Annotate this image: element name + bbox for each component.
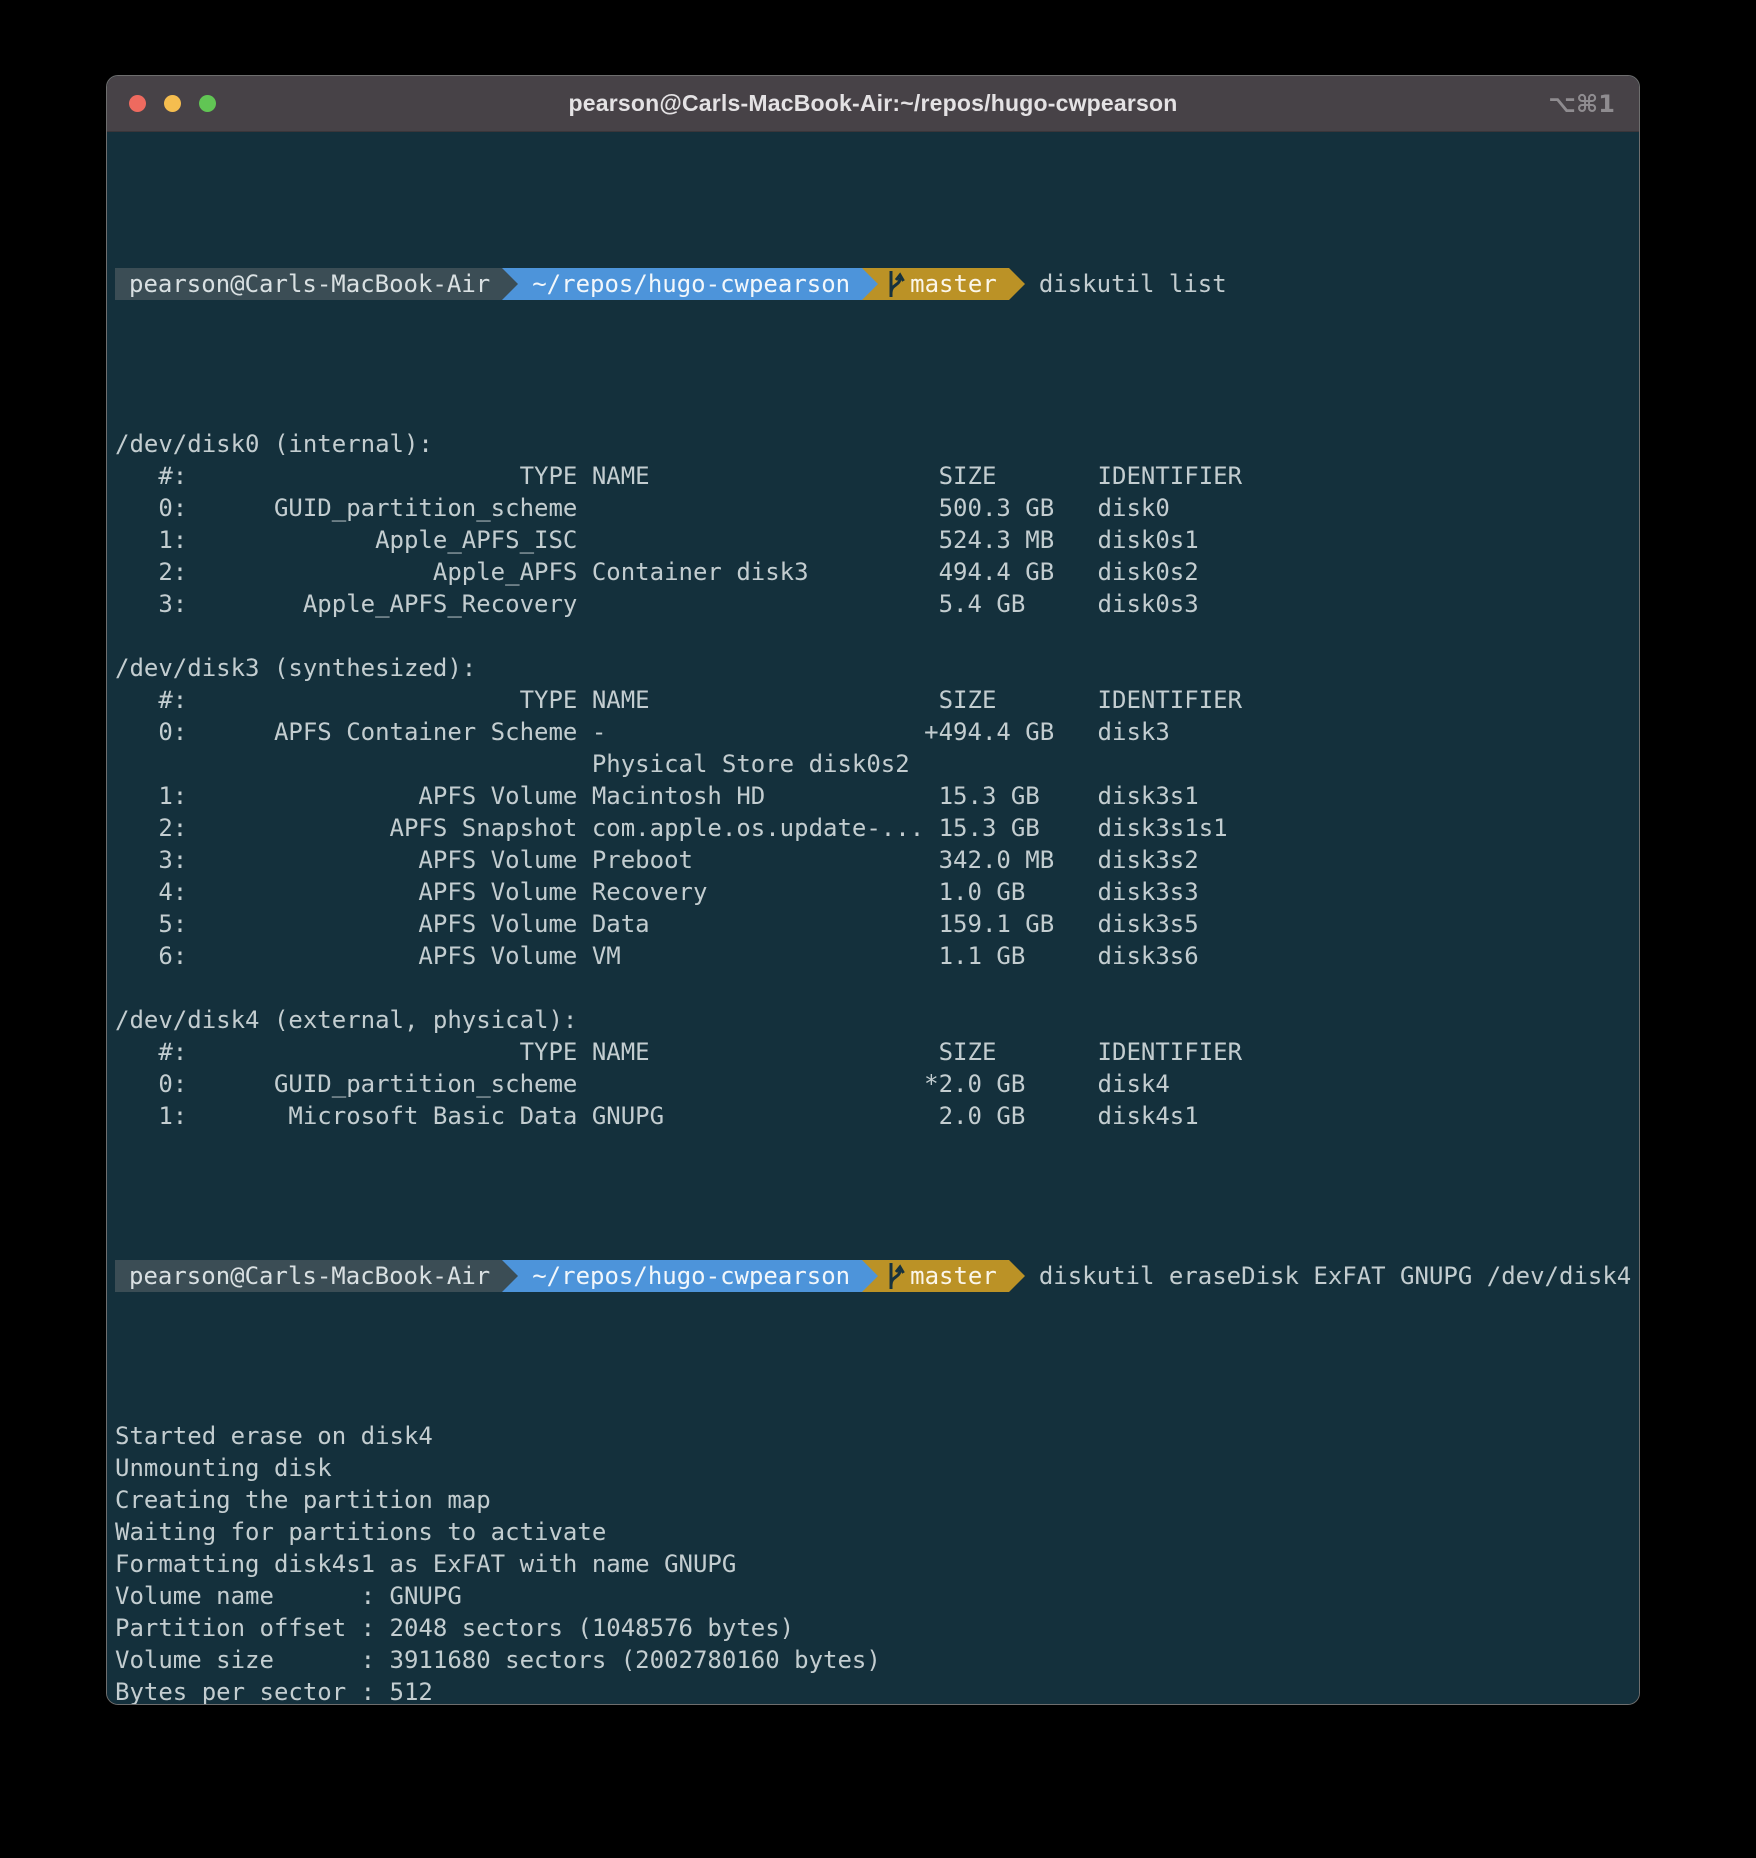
minimize-button[interactable]	[164, 95, 181, 112]
powerline-arrow-icon	[862, 1260, 878, 1292]
powerline-arrow-icon	[1009, 268, 1025, 300]
erase-disk-output: Started erase on disk4 Unmounting disk C…	[115, 1420, 1633, 1705]
title-bar[interactable]: pearson@Carls-MacBook-Air:~/repos/hugo-c…	[107, 76, 1639, 132]
prompt-line-1: pearson@Carls-MacBook-Air ~/repos/hugo-c…	[115, 268, 1633, 300]
powerline-arrow-icon	[1009, 1260, 1025, 1292]
prompt-path-segment: ~/repos/hugo-cwpearson	[518, 268, 862, 300]
prompt-line-2: pearson@Carls-MacBook-Air ~/repos/hugo-c…	[115, 1260, 1633, 1292]
prompt-git-segment: master	[878, 1260, 1009, 1292]
window-shortcut-badge: ⌥⌘1	[1548, 76, 1615, 131]
command-text-1: diskutil list	[1039, 268, 1227, 300]
command-text-2: diskutil eraseDisk ExFAT GNUPG /dev/disk…	[1039, 1260, 1631, 1292]
powerline-arrow-icon	[502, 1260, 518, 1292]
window-title: pearson@Carls-MacBook-Air:~/repos/hugo-c…	[107, 90, 1639, 117]
git-branch-icon	[884, 1261, 906, 1291]
terminal-window: pearson@Carls-MacBook-Air:~/repos/hugo-c…	[106, 75, 1640, 1705]
terminal-content[interactable]: pearson@Carls-MacBook-Air ~/repos/hugo-c…	[107, 132, 1639, 1704]
prompt-host-segment: pearson@Carls-MacBook-Air	[115, 1260, 502, 1292]
git-branch-label: master	[910, 268, 997, 300]
prompt-host-segment: pearson@Carls-MacBook-Air	[115, 268, 502, 300]
powerline-arrow-icon	[862, 268, 878, 300]
prompt-git-segment: master	[878, 268, 1009, 300]
git-branch-label: master	[910, 1260, 997, 1292]
prompt-path-segment: ~/repos/hugo-cwpearson	[518, 1260, 862, 1292]
powerline-arrow-icon	[502, 268, 518, 300]
diskutil-list-output: /dev/disk0 (internal): #: TYPE NAME SIZE…	[115, 428, 1633, 1132]
traffic-lights	[129, 76, 216, 131]
git-branch-icon	[884, 269, 906, 299]
fullscreen-button[interactable]	[199, 95, 216, 112]
close-button[interactable]	[129, 95, 146, 112]
